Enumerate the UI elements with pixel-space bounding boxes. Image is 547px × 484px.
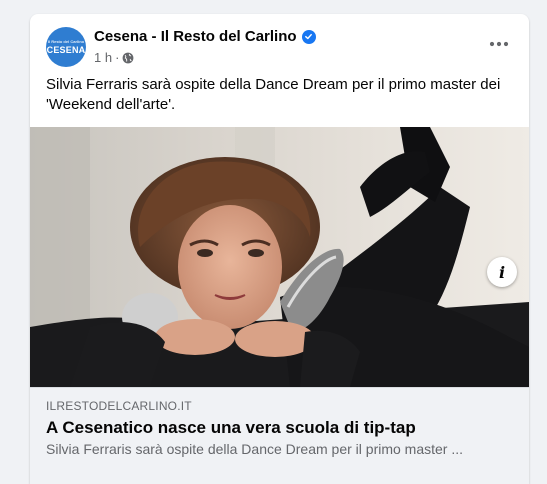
- post-timestamp[interactable]: 1 h: [94, 50, 112, 65]
- post-card: Il Resto del Carlino CESENA Cesena - Il …: [30, 14, 529, 484]
- globe-icon: [122, 52, 134, 64]
- link-domain: ILRESTODELCARLINO.IT: [46, 399, 192, 413]
- meta-separator: ·: [115, 50, 120, 65]
- post-meta: 1 h ·: [94, 50, 134, 65]
- info-icon[interactable]: i: [487, 257, 517, 287]
- article-photo[interactable]: [30, 127, 529, 387]
- more-options-icon[interactable]: [485, 32, 513, 56]
- verified-badge-icon: [301, 29, 316, 44]
- avatar-small-text: Il Resto del Carlino: [47, 39, 85, 44]
- avatar-big-text: CESENA: [46, 45, 86, 55]
- link-preview[interactable]: ILRESTODELCARLINO.IT A Cesenatico nasce …: [30, 387, 529, 484]
- link-description: Silvia Ferraris sarà ospite della Dance …: [46, 441, 464, 457]
- post-caption: Silvia Ferraris sarà ospite della Dance …: [46, 76, 501, 113]
- page-avatar[interactable]: Il Resto del Carlino CESENA: [46, 27, 86, 67]
- page-name-link[interactable]: Cesena - Il Resto del Carlino: [94, 28, 297, 45]
- link-headline[interactable]: A Cesenatico nasce una vera scuola di ti…: [46, 418, 416, 438]
- page-name-row: Cesena - Il Resto del Carlino: [94, 28, 316, 45]
